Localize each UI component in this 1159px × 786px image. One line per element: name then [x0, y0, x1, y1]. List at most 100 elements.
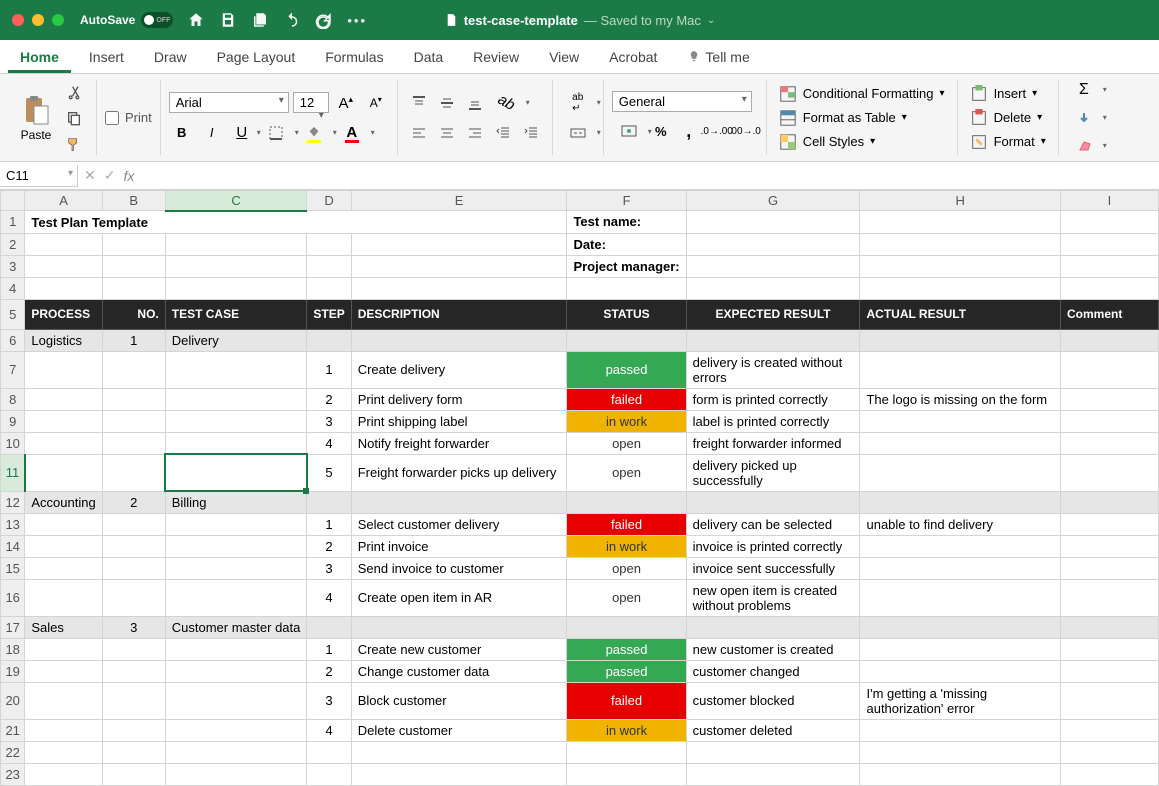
hdr-comment[interactable]: Comment [1060, 299, 1158, 329]
group-testcase[interactable]: Customer master data [165, 616, 307, 638]
cell-I4[interactable] [1060, 277, 1158, 299]
row-header-12[interactable]: 12 [1, 491, 25, 513]
tab-draw[interactable]: Draw [142, 41, 199, 73]
align-center-button[interactable] [434, 120, 460, 146]
step-actual[interactable] [860, 557, 1061, 579]
row-header-18[interactable]: 18 [1, 638, 25, 660]
meta-label-2[interactable]: Project manager: [567, 255, 686, 277]
group-testcase[interactable]: Billing [165, 491, 307, 513]
tell-me-search[interactable]: Tell me [675, 41, 761, 73]
cell-I2[interactable] [1060, 233, 1158, 255]
meta-label-0[interactable]: Test name: [567, 211, 686, 234]
cell-C3[interactable] [165, 255, 307, 277]
close-window[interactable] [12, 14, 24, 26]
cell-E23[interactable] [351, 763, 567, 785]
fill-button[interactable]: ▾ [1067, 105, 1101, 131]
cell-F22[interactable] [567, 741, 686, 763]
cell-C10[interactable] [165, 432, 307, 454]
step-actual[interactable] [860, 638, 1061, 660]
tab-page-layout[interactable]: Page Layout [205, 41, 308, 73]
cell-E2[interactable] [351, 233, 567, 255]
cell-G23[interactable] [686, 763, 860, 785]
row-header-17[interactable]: 17 [1, 616, 25, 638]
borders-button[interactable]: ▾ [259, 120, 293, 146]
align-bottom-button[interactable] [462, 90, 488, 116]
cell-C9[interactable] [165, 410, 307, 432]
cell-C8[interactable] [165, 388, 307, 410]
group-process[interactable]: Logistics [25, 329, 102, 351]
hdr-desc[interactable]: DESCRIPTION [351, 299, 567, 329]
cell-D3[interactable] [307, 255, 351, 277]
step-status[interactable]: passed [567, 660, 686, 682]
cell-H3[interactable] [860, 255, 1061, 277]
cell-D2[interactable] [307, 233, 351, 255]
cell-B2[interactable] [102, 233, 165, 255]
font-size-select[interactable]: 12 [293, 92, 329, 113]
step-no[interactable]: 1 [307, 351, 351, 388]
cell-E22[interactable] [351, 741, 567, 763]
cell-D23[interactable] [307, 763, 351, 785]
step-expected[interactable]: invoice sent successfully [686, 557, 860, 579]
cell-B3[interactable] [102, 255, 165, 277]
step-no[interactable]: 4 [307, 719, 351, 741]
hdr-status[interactable]: STATUS [567, 299, 686, 329]
step-desc[interactable]: Print delivery form [351, 388, 567, 410]
step-status[interactable]: open [567, 557, 686, 579]
cell-D22[interactable] [307, 741, 351, 763]
cell-C13[interactable] [165, 513, 307, 535]
step-actual[interactable] [860, 410, 1061, 432]
wrap-text-button[interactable]: ab↵▾ [561, 90, 595, 116]
row-header-9[interactable]: 9 [1, 410, 25, 432]
cell-C16[interactable] [165, 579, 307, 616]
step-status[interactable]: open [567, 579, 686, 616]
copy-button[interactable] [60, 107, 88, 129]
row-header-4[interactable]: 4 [1, 277, 25, 299]
more-icon[interactable]: ••• [347, 13, 367, 28]
orientation-button[interactable]: ab▾ [490, 90, 524, 116]
step-actual[interactable] [860, 454, 1061, 491]
row-header-8[interactable]: 8 [1, 388, 25, 410]
cell-H2[interactable] [860, 233, 1061, 255]
save-copy-icon[interactable] [251, 11, 269, 29]
cell-D4[interactable] [307, 277, 351, 299]
cell-A2[interactable] [25, 233, 102, 255]
cell-A23[interactable] [25, 763, 102, 785]
group-no[interactable]: 2 [102, 491, 165, 513]
number-format-select[interactable]: General [612, 91, 752, 112]
step-desc[interactable]: Create delivery [351, 351, 567, 388]
step-expected[interactable]: label is printed correctly [686, 410, 860, 432]
cell-title[interactable]: Test Plan Template [25, 211, 351, 234]
col-header-C[interactable]: C [165, 191, 307, 211]
step-desc[interactable]: Send invoice to customer [351, 557, 567, 579]
step-status[interactable]: in work [567, 535, 686, 557]
cell-I3[interactable] [1060, 255, 1158, 277]
conditional-formatting-button[interactable]: Conditional Formatting ▾ [775, 83, 949, 105]
step-actual[interactable] [860, 660, 1061, 682]
minimize-window[interactable] [32, 14, 44, 26]
col-header-G[interactable]: G [686, 191, 860, 211]
step-status[interactable]: failed [567, 388, 686, 410]
step-no[interactable]: 1 [307, 513, 351, 535]
col-header-A[interactable]: A [25, 191, 102, 211]
cell-C15[interactable] [165, 557, 307, 579]
cell-F23[interactable] [567, 763, 686, 785]
step-no[interactable]: 2 [307, 660, 351, 682]
step-desc[interactable]: Notify freight forwarder [351, 432, 567, 454]
italic-button[interactable]: I [199, 120, 225, 146]
cell-G22[interactable] [686, 741, 860, 763]
increase-font-button[interactable]: A▴ [333, 90, 359, 116]
cell-F4[interactable] [567, 277, 686, 299]
cell-A4[interactable] [25, 277, 102, 299]
percent-button[interactable]: % [648, 118, 674, 144]
decrease-indent-button[interactable] [490, 120, 516, 146]
step-no[interactable]: 3 [307, 682, 351, 719]
step-no[interactable]: 1 [307, 638, 351, 660]
align-right-button[interactable] [462, 120, 488, 146]
meta-value-1[interactable] [686, 233, 860, 255]
document-title[interactable]: test-case-template — Saved to my Mac ⌄ [444, 13, 716, 28]
align-left-button[interactable] [406, 120, 432, 146]
merge-button[interactable]: ▾ [561, 120, 595, 146]
group-no[interactable]: 3 [102, 616, 165, 638]
cell-E4[interactable] [351, 277, 567, 299]
undo-icon[interactable] [283, 11, 301, 29]
